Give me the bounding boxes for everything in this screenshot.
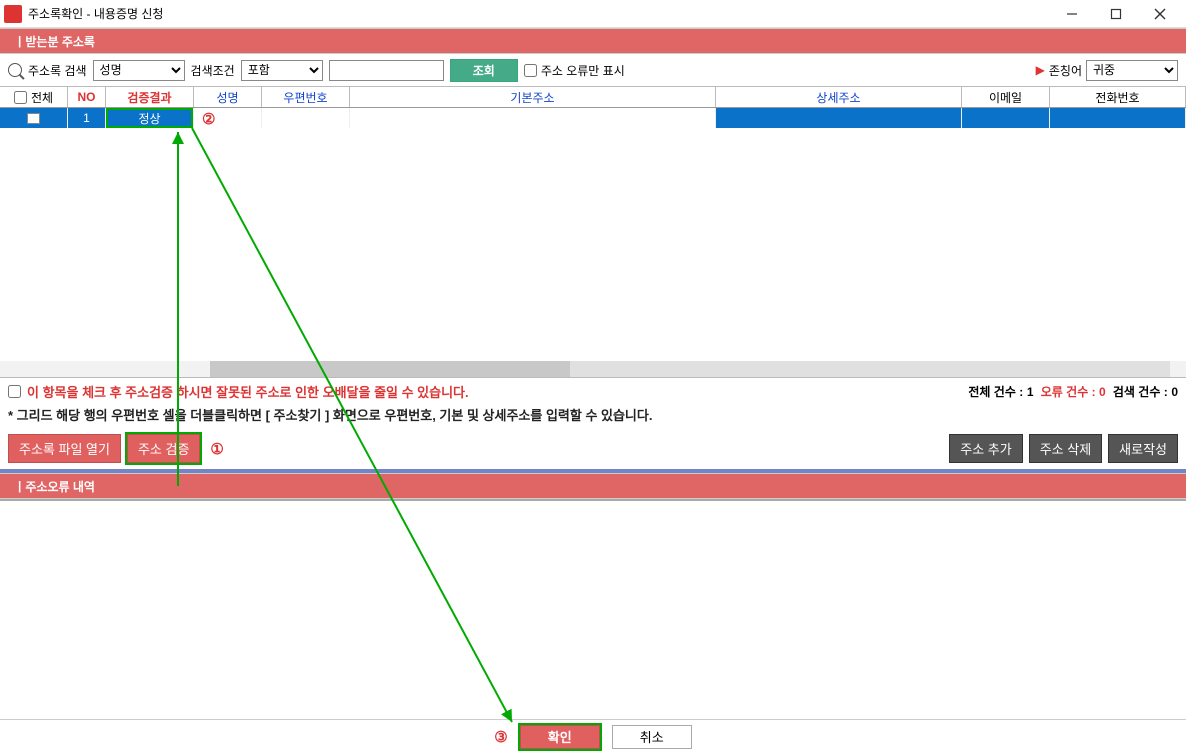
tip-text: * 그리드 해당 행의 우편번호 셀을 더블클릭하면 [ 주소찾기 ] 화면으로… bbox=[8, 405, 1178, 424]
cell-email[interactable] bbox=[962, 108, 1050, 128]
title-bar: 주소록확인 - 내용증명 신청 bbox=[0, 0, 1186, 28]
cell-checkbox[interactable] bbox=[0, 108, 68, 128]
search-bar: 주소록 검색 성명 검색조건 포함 조회 주소 오류만 표시 ▶ 존칭어 귀중 bbox=[0, 54, 1186, 87]
search-input[interactable] bbox=[329, 60, 444, 81]
cell-no: 1 bbox=[68, 108, 106, 128]
cell-name[interactable] bbox=[194, 108, 262, 128]
maximize-button[interactable] bbox=[1094, 0, 1138, 28]
recipient-header-label: 받는분 주소록 bbox=[25, 33, 95, 50]
annotation-marker-3: ③ bbox=[494, 728, 507, 746]
error-header-label: 주소오류 내역 bbox=[25, 478, 95, 495]
honorific-select[interactable]: 귀중 bbox=[1086, 60, 1178, 81]
cell-result: 정상 bbox=[106, 108, 194, 128]
close-icon bbox=[1154, 8, 1166, 20]
error-body bbox=[0, 499, 1186, 639]
counts: 전체 건수 : 1 오류 건수 : 0 검색 건수 : 0 bbox=[968, 383, 1178, 400]
search-label: 주소록 검색 bbox=[28, 62, 87, 79]
cell-phone[interactable] bbox=[1050, 108, 1186, 128]
col-name[interactable]: 성명 bbox=[194, 87, 262, 107]
warn-text: 이 항목을 체크 후 주소검증 하시면 잘못된 주소로 인한 오배달을 줄일 수… bbox=[27, 382, 469, 401]
col-email[interactable]: 이메일 bbox=[962, 87, 1050, 107]
errors-only-toggle[interactable]: 주소 오류만 표시 bbox=[524, 62, 625, 79]
verify-check[interactable] bbox=[8, 385, 21, 398]
cell-zip[interactable] bbox=[262, 108, 350, 128]
minimize-icon bbox=[1066, 8, 1078, 20]
search-field-select[interactable]: 성명 bbox=[93, 60, 185, 81]
open-file-button[interactable]: 주소록 파일 열기 bbox=[8, 434, 121, 463]
cell-base-addr[interactable] bbox=[350, 108, 716, 128]
window-title: 주소록확인 - 내용증명 신청 bbox=[28, 5, 163, 22]
scrollbar-thumb[interactable] bbox=[210, 361, 570, 377]
cell-detail-addr[interactable] bbox=[716, 108, 962, 128]
search-cond-select[interactable]: 포함 bbox=[241, 60, 323, 81]
col-result: 검증결과 bbox=[106, 87, 194, 107]
col-detail-addr[interactable]: 상세주소 bbox=[716, 87, 962, 107]
search-cond-label: 검색조건 bbox=[191, 62, 235, 79]
content-wrap: |받는분 주소록 주소록 검색 성명 검색조건 포함 조회 주소 오류만 표시 … bbox=[0, 28, 1186, 753]
horizontal-scrollbar[interactable] bbox=[0, 361, 1186, 377]
actions-row: 주소록 파일 열기 주소 검증 ① 주소 추가 주소 삭제 새로작성 bbox=[0, 428, 1186, 473]
minimize-button[interactable] bbox=[1050, 0, 1094, 28]
errors-only-label: 주소 오류만 표시 bbox=[541, 62, 625, 79]
verify-button[interactable]: 주소 검증 bbox=[127, 434, 200, 463]
recipient-header: |받는분 주소록 bbox=[0, 28, 1186, 54]
col-phone[interactable]: 전화번호 bbox=[1050, 87, 1186, 107]
confirm-button[interactable]: 확인 bbox=[520, 725, 600, 749]
cancel-button[interactable]: 취소 bbox=[612, 725, 692, 749]
info-panel: 이 항목을 체크 후 주소검증 하시면 잘못된 주소로 인한 오배달을 줄일 수… bbox=[0, 378, 1186, 428]
table-row[interactable]: 1 정상 bbox=[0, 108, 1186, 128]
arrow-right-icon: ▶ bbox=[1036, 63, 1045, 77]
bottom-bar: ③ 확인 취소 bbox=[0, 719, 1186, 753]
table-body: 1 정상 bbox=[0, 108, 1186, 378]
search-button[interactable]: 조회 bbox=[450, 59, 518, 82]
errors-only-checkbox[interactable] bbox=[524, 64, 537, 77]
annotation-marker-1: ① bbox=[210, 440, 223, 458]
add-address-button[interactable]: 주소 추가 bbox=[949, 434, 1022, 463]
honorific-label: 존칭어 bbox=[1049, 62, 1082, 79]
select-all-checkbox[interactable] bbox=[14, 91, 27, 104]
col-base-addr[interactable]: 기본주소 bbox=[350, 87, 716, 107]
table-header: 전체 NO 검증결과 성명 우편번호 기본주소 상세주소 이메일 전화번호 bbox=[0, 87, 1186, 108]
maximize-icon bbox=[1110, 8, 1122, 20]
app-icon bbox=[4, 5, 22, 23]
error-header: |주소오류 내역 bbox=[0, 473, 1186, 499]
search-icon bbox=[8, 63, 22, 77]
delete-address-button[interactable]: 주소 삭제 bbox=[1029, 434, 1102, 463]
close-button[interactable] bbox=[1138, 0, 1182, 28]
new-button[interactable]: 새로작성 bbox=[1108, 434, 1178, 463]
col-no: NO bbox=[68, 87, 106, 107]
col-zip[interactable]: 우편번호 bbox=[262, 87, 350, 107]
col-select-all[interactable]: 전체 bbox=[0, 87, 68, 107]
